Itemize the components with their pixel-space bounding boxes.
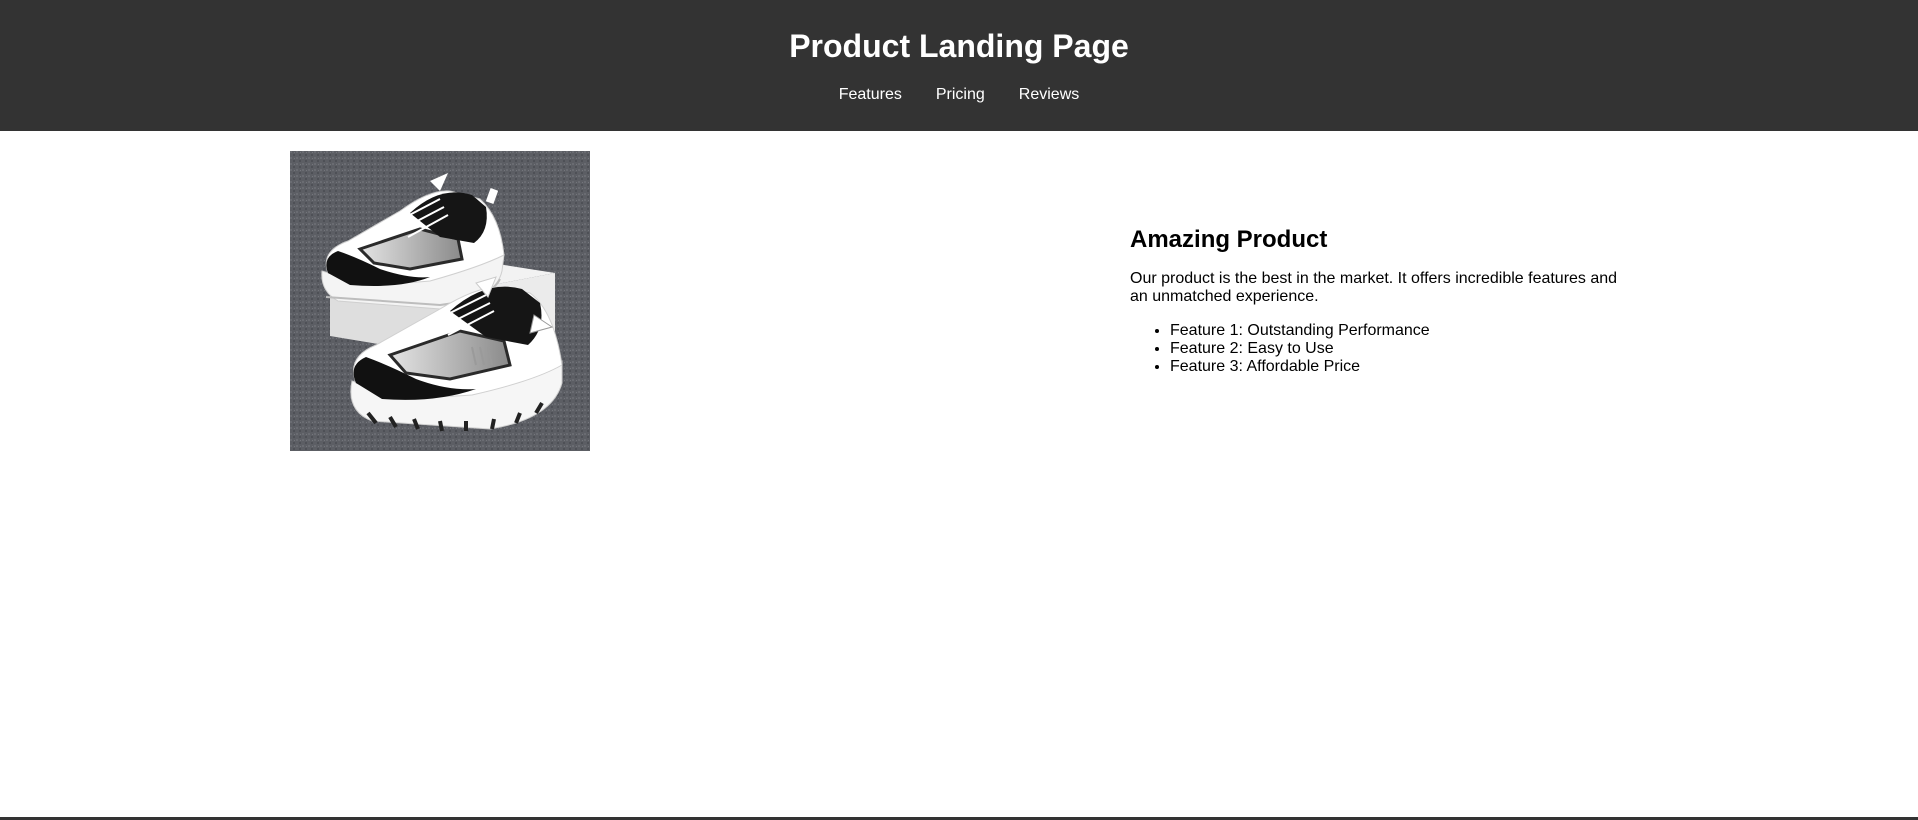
site-header: Product Landing Page Features Pricing Re… [0,0,1918,131]
main-nav: Features Pricing Reviews [0,84,1918,106]
feature-item: Feature 3: Affordable Price [1170,358,1630,376]
feature-list: Feature 1: Outstanding Performance Featu… [1130,322,1630,376]
feature-item: Feature 1: Outstanding Performance [1170,322,1630,340]
product-title: Amazing Product [1130,226,1328,253]
feature-item: Feature 2: Easy to Use [1170,340,1630,358]
nav-link-pricing[interactable]: Pricing [936,84,985,106]
nav-link-features[interactable]: Features [839,84,902,106]
sneakers-image [290,151,590,451]
nav-link-reviews[interactable]: Reviews [1019,84,1079,106]
product-image [290,151,590,451]
product-description: Our product is the best in the market. I… [1130,270,1618,305]
page-title: Product Landing Page [789,28,1129,64]
product-info: Amazing Product Our product is the best … [1130,222,1630,376]
